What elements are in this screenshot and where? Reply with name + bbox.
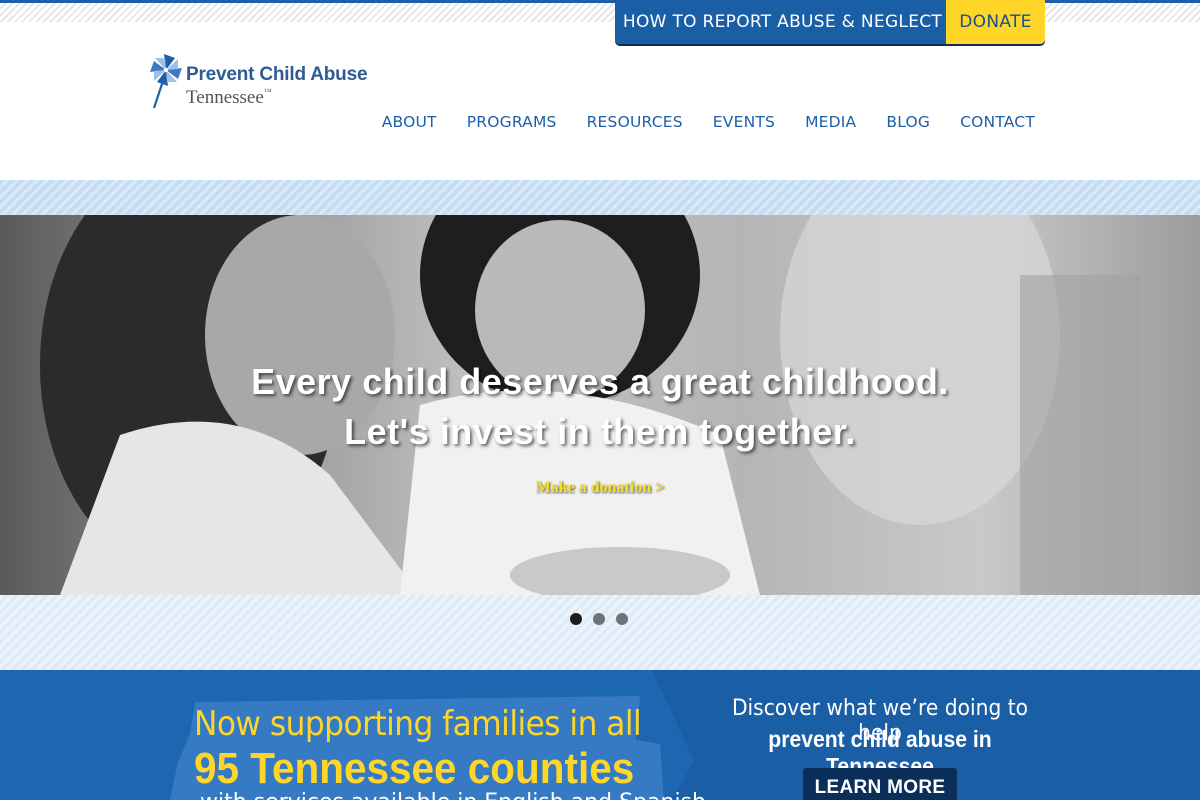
report-abuse-link[interactable]: HOW TO REPORT ABUSE & NEGLECT bbox=[615, 0, 946, 44]
donate-button[interactable]: DONATE bbox=[946, 0, 1045, 44]
make-donation-link[interactable]: Make a donation > bbox=[0, 479, 1200, 497]
nav-contact[interactable]: CONTACT bbox=[960, 113, 1035, 131]
site-logo[interactable]: Prevent Child Abuse Tennessee™ bbox=[148, 50, 398, 112]
logo-state: Tennessee bbox=[186, 87, 264, 108]
nav-resources[interactable]: RESOURCES bbox=[587, 113, 683, 131]
nav-programs[interactable]: PROGRAMS bbox=[467, 113, 557, 131]
hero-slider: Every child deserves a great childhood. … bbox=[0, 215, 1200, 595]
slide-dot-1[interactable] bbox=[570, 613, 582, 625]
promo-left-counties: 95 Tennessee counties bbox=[194, 744, 635, 793]
hero-headline-line2: Let's invest in them together. bbox=[344, 411, 856, 452]
nav-media[interactable]: MEDIA bbox=[805, 113, 856, 131]
main-nav: ABOUT PROGRAMS RESOURCES EVENTS MEDIA BL… bbox=[382, 113, 1035, 131]
promo-left-heading: Now supporting families in all bbox=[194, 704, 642, 744]
nav-blog[interactable]: BLOG bbox=[886, 113, 930, 131]
pinwheel-icon bbox=[150, 54, 182, 109]
learn-more-button[interactable]: LEARN MORE bbox=[803, 768, 957, 800]
hero-photo bbox=[40, 215, 1140, 595]
nav-events[interactable]: EVENTS bbox=[713, 113, 775, 131]
logo-subtitle: Tennessee™ bbox=[186, 87, 272, 109]
trademark-mark: ™ bbox=[263, 87, 272, 96]
counties-promo: Now supporting families in all 95 Tennes… bbox=[0, 670, 1200, 800]
slider-pagination bbox=[570, 613, 628, 625]
hero-top-stripe bbox=[0, 180, 1200, 215]
nav-about[interactable]: ABOUT bbox=[382, 113, 437, 131]
slider-dots-band bbox=[0, 595, 1200, 670]
utility-bar: HOW TO REPORT ABUSE & NEGLECT DONATE bbox=[615, 0, 1045, 44]
logo-title: Prevent Child Abuse bbox=[186, 64, 368, 85]
hero-headline-line1: Every child deserves a great childhood. bbox=[251, 361, 949, 402]
slide-dot-2[interactable] bbox=[593, 613, 605, 625]
promo-left-languages: with services available in English and S… bbox=[200, 790, 706, 800]
slide-dot-3[interactable] bbox=[616, 613, 628, 625]
